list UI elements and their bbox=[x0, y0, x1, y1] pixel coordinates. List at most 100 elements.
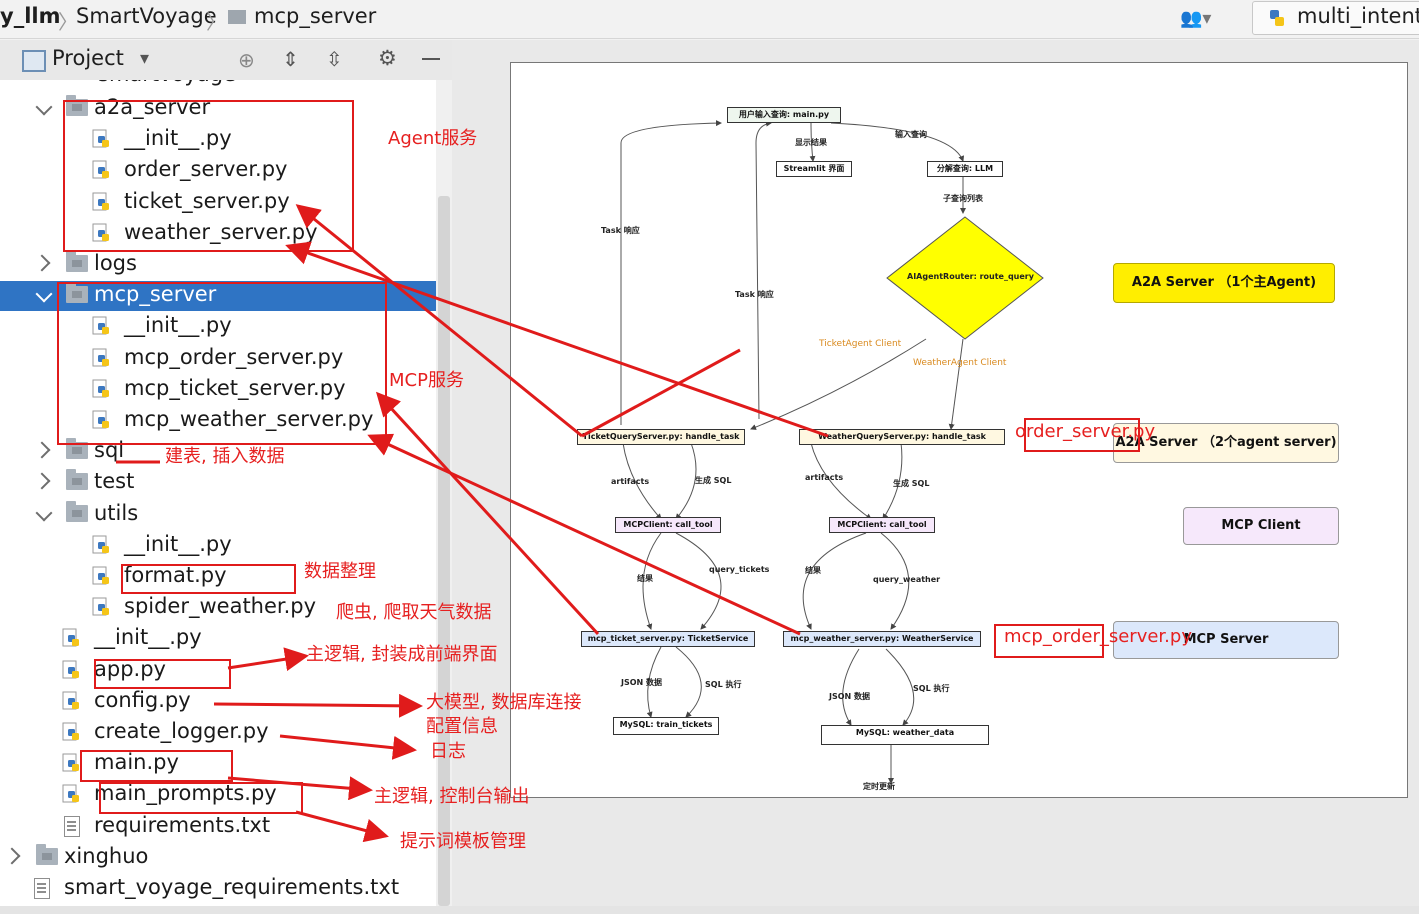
annotation-spider: 爬虫, 爬取天气数据 bbox=[336, 602, 492, 623]
tree-item[interactable]: config.py bbox=[0, 687, 436, 717]
highlight-main-prompts-py bbox=[99, 782, 303, 814]
chevron-right-icon[interactable] bbox=[3, 847, 21, 865]
project-panel-title[interactable]: Project bbox=[52, 46, 124, 70]
breadcrumb-module[interactable]: SmartVoyage bbox=[76, 4, 217, 28]
expand-all-icon[interactable]: ⇕ bbox=[282, 47, 299, 71]
node-mcp-client-1: MCPClient: call_tool bbox=[615, 517, 721, 533]
edge-label-task-resp-1: Task 响应 bbox=[601, 226, 640, 235]
dropdown-arrow-icon[interactable]: ▾ bbox=[140, 48, 149, 69]
tree-item-label: config.py bbox=[94, 687, 191, 712]
folder-icon bbox=[228, 10, 246, 24]
node-mcp-ticket: mcp_ticket_server.py: TicketService bbox=[581, 631, 755, 647]
edge-label-ticket-client: TicketAgent Client bbox=[819, 339, 902, 349]
python-file-icon bbox=[92, 535, 109, 554]
chevron-right-icon[interactable] bbox=[33, 254, 51, 272]
run-configuration-selector[interactable]: multi_intents bbox=[1252, 1, 1419, 35]
highlight-main-py bbox=[80, 750, 233, 782]
folder-icon bbox=[66, 469, 88, 491]
node-router: AIAgentRouter: route_query bbox=[907, 272, 1034, 281]
architecture-diagram: 用户输入查询: main.py 显示结果 输入查询 Streamlit 界面 分… bbox=[510, 62, 1408, 798]
annotation-config-2: 配置信息 bbox=[426, 716, 498, 737]
edge-label-query-weather: query_weather bbox=[873, 575, 941, 584]
python-file-icon bbox=[62, 722, 79, 741]
annotation-app: 主逻辑, 封装成前端界面 bbox=[306, 644, 498, 665]
project-panel-header: Project ▾ ⊕ ⇕ ⇳ ⚙ bbox=[0, 40, 452, 81]
folder-icon bbox=[66, 251, 88, 272]
chevron-down-icon[interactable] bbox=[35, 504, 53, 522]
chevron-down-icon[interactable] bbox=[35, 98, 53, 116]
node-user-input: 用户输入查询: main.py bbox=[727, 107, 841, 123]
annotation-order-server-tag: order_server.py bbox=[1015, 421, 1156, 442]
tree-item-label: utils bbox=[94, 500, 139, 525]
python-file-icon bbox=[62, 784, 79, 803]
project-view-icon bbox=[22, 50, 46, 72]
python-file-icon bbox=[92, 597, 109, 616]
breadcrumb-folder[interactable]: mcp_server bbox=[254, 4, 376, 28]
python-file-icon bbox=[62, 753, 79, 772]
edge-label-sql-exec-1: SQL 执行 bbox=[705, 680, 742, 689]
edge-label-gen-sql-1: 生成 SQL bbox=[695, 476, 732, 485]
edge-label-artifacts-2: artifacts bbox=[805, 473, 844, 482]
node-llm: 分解查询: LLM bbox=[927, 161, 1003, 177]
annotation-prompts: 提示词模板管理 bbox=[400, 831, 526, 852]
tree-item-label: spider_weather.py bbox=[124, 594, 317, 619]
breadcrumb-separator: 〉 bbox=[58, 10, 78, 34]
tree-item[interactable]: create_logger.py bbox=[0, 718, 436, 748]
node-mcp-client-2: MCPClient: call_tool bbox=[829, 517, 935, 533]
tree-item[interactable]: test bbox=[0, 468, 436, 498]
annotation-mcp-order-server-tag: mcp_order_server.py bbox=[1004, 626, 1192, 647]
edge-label-input-query: 输入查询 bbox=[895, 130, 927, 139]
edge-label-gen-sql-2: 生成 SQL bbox=[893, 479, 930, 488]
edge-label-weather-client: WeatherAgent Client bbox=[913, 358, 1007, 368]
edge-label-result-1: 结果 bbox=[637, 574, 653, 583]
hide-panel-icon[interactable] bbox=[422, 58, 440, 60]
tree-peek-label: smartvoyage bbox=[98, 80, 236, 86]
text-file-icon bbox=[34, 878, 50, 899]
edge-label-scheduled-update: 定时更新 bbox=[863, 782, 895, 791]
annotation-agent-service: Agent服务 bbox=[388, 128, 478, 149]
tree-item-label: create_logger.py bbox=[94, 719, 269, 743]
legend-a2a-main: A2A Server （1个主Agent) bbox=[1113, 263, 1335, 303]
annotation-sql: 建表, 插入数据 bbox=[165, 446, 285, 467]
chevron-right-icon[interactable] bbox=[33, 441, 51, 459]
breadcrumb-separator: 〉 bbox=[206, 10, 226, 34]
tree-item-label: logs bbox=[94, 251, 137, 275]
python-file-icon bbox=[62, 628, 79, 647]
edge-label-result-2: 结果 bbox=[805, 566, 821, 575]
tree-item[interactable]: logs bbox=[0, 250, 436, 280]
breadcrumb-project[interactable]: y_llm bbox=[0, 4, 60, 28]
edge-label-artifacts-1: artifacts bbox=[611, 477, 650, 486]
annotation-mcp-service: MCP服务 bbox=[389, 370, 464, 391]
tree-item-label: __init__.py bbox=[94, 625, 202, 650]
highlight-format-py bbox=[121, 564, 296, 594]
node-streamlit: Streamlit 界面 bbox=[776, 161, 852, 177]
edge-label-task-resp-2: Task 响应 bbox=[735, 290, 774, 299]
text-file-icon bbox=[64, 815, 80, 837]
edge-label-show-result: 显示结果 bbox=[795, 138, 827, 147]
tree-item[interactable]: smart_voyage_requirements.txt bbox=[0, 874, 436, 904]
legend-mcp-client: MCP Client bbox=[1183, 507, 1339, 545]
python-file-icon bbox=[62, 691, 79, 710]
edge-label-sub-queries: 子查询列表 bbox=[943, 194, 983, 203]
tree-item-label: test bbox=[94, 469, 135, 494]
node-weather-query: WeatherQueryServer.py: handle_task bbox=[799, 429, 1005, 445]
run-configuration-label: multi_intents bbox=[1297, 4, 1419, 28]
gear-icon[interactable]: ⚙ bbox=[378, 46, 397, 70]
python-file-icon bbox=[92, 566, 109, 585]
edge-label-sql-exec-2: SQL 执行 bbox=[913, 684, 950, 693]
python-file-icon bbox=[62, 660, 79, 679]
highlight-a2a-server bbox=[63, 100, 354, 252]
tree-item[interactable]: utils bbox=[0, 500, 436, 530]
user-icon[interactable]: 👥▾ bbox=[1180, 8, 1211, 29]
locate-file-icon[interactable]: ⊕ bbox=[238, 48, 255, 72]
tree-item[interactable]: requirements.txt bbox=[0, 812, 436, 842]
collapse-all-icon[interactable]: ⇳ bbox=[326, 47, 343, 71]
chevron-down-icon[interactable] bbox=[35, 285, 53, 303]
tree-item[interactable]: xinghuo bbox=[0, 843, 436, 873]
chevron-right-icon[interactable] bbox=[33, 472, 51, 490]
edge-label-json-2: JSON 数据 bbox=[829, 692, 871, 701]
tree-item-label: __init__.py bbox=[124, 531, 232, 556]
folder-icon bbox=[36, 843, 58, 865]
edge-label-json-1: JSON 数据 bbox=[621, 678, 663, 687]
annotation-log: 日志 bbox=[430, 741, 466, 762]
